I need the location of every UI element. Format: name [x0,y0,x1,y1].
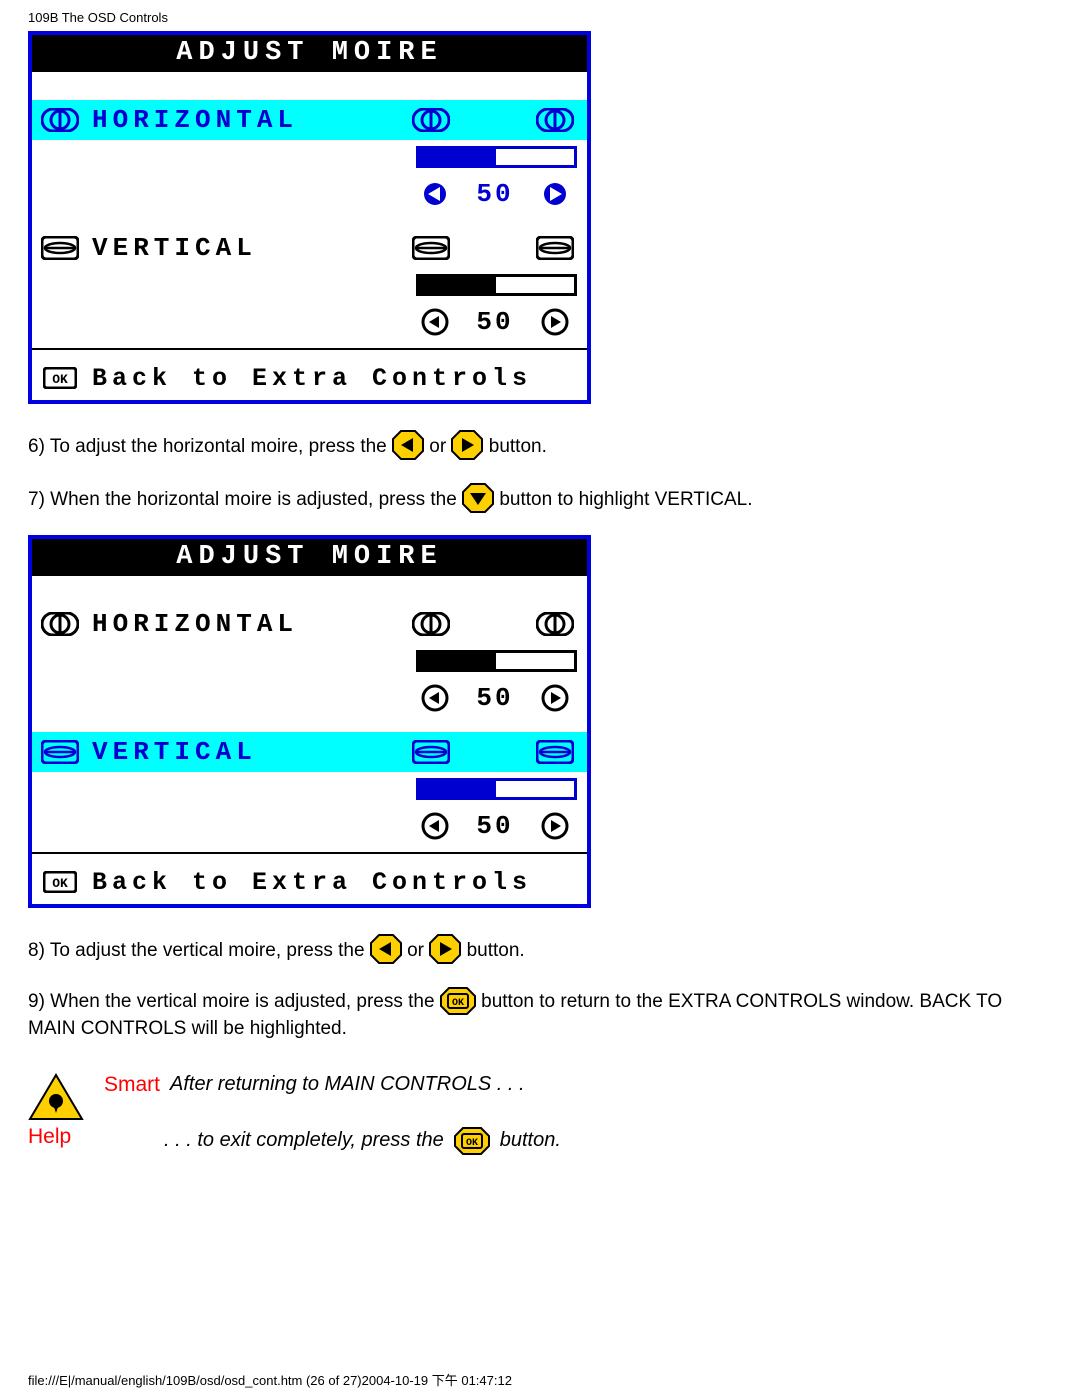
osd-row-horizontal: Horizontal [32,604,587,644]
text: button. [489,436,547,457]
text: 9) When the vertical moire is adjusted, … [28,991,440,1012]
osd-label-horizontal: Horizontal [92,105,409,135]
left-button-icon [392,430,424,460]
ok-button-icon: OK [440,987,476,1015]
right-button-icon [451,430,483,460]
arrow-left-icon [420,683,450,713]
right-button-icon [429,934,461,964]
moire-v-icon [38,236,82,260]
page-header: 109B The OSD Controls [28,10,1052,25]
instruction-9: 9) When the vertical moire is adjusted, … [28,987,1052,1043]
osd-ctrl-horizontal: 50 [32,174,587,214]
value-horizontal: 50 [450,179,540,209]
osd-bar-vertical [32,772,587,806]
value-vertical: 50 [450,307,540,337]
down-button-icon [462,483,494,513]
osd-row-vertical: Vertical [32,732,587,772]
moire-h-icon [533,108,577,132]
osd-title: Adjust Moire [32,35,587,72]
page-footer: file:///E|/manual/english/109B/osd/osd_c… [28,1370,512,1389]
arrow-left-icon [420,307,450,337]
moire-h-icon [533,612,577,636]
text: button to highlight VERTICAL. [499,489,752,510]
osd-back-row: OK Back to Extra Controls [32,860,587,904]
osd-label-vertical: Vertical [92,737,409,767]
ok-icon: OK [38,871,82,893]
arrow-right-icon [540,307,570,337]
text: 6) To adjust the horizontal moire, press… [28,436,392,457]
arrow-left-icon [420,179,450,209]
osd-label-horizontal: Horizontal [92,609,409,639]
osd-screen-1: Adjust Moire Horizontal 50 Ver [28,31,591,404]
osd-back-row: OK Back to Extra Controls [32,356,587,400]
smart-label: Smart [104,1073,160,1097]
osd-bar-horizontal [32,644,587,678]
instruction-8: 8) To adjust the vertical moire, press t… [28,934,1052,965]
smart-help-block: Smart After returning to MAIN CONTROLS .… [28,1073,1052,1155]
arrow-left-icon [420,811,450,841]
osd-back-label: Back to Extra Controls [92,868,532,897]
value-vertical: 50 [450,811,540,841]
osd-back-label: Back to Extra Controls [92,364,532,393]
moire-h-icon [38,108,82,132]
moire-v-icon [409,236,453,260]
moire-v-icon [533,236,577,260]
osd-bar-vertical [32,268,587,302]
svg-text:OK: OK [52,876,68,891]
text: 7) When the horizontal moire is adjusted… [28,489,462,510]
moire-h-icon [409,108,453,132]
osd-row-horizontal: Horizontal [32,100,587,140]
ok-icon: OK [38,367,82,389]
osd-screen-2: Adjust Moire Horizontal 50 Ver [28,535,591,908]
text: 8) To adjust the vertical moire, press t… [28,940,370,961]
arrow-right-icon [540,179,570,209]
text: or [429,436,446,457]
arrow-right-icon [540,683,570,713]
svg-text:OK: OK [52,372,68,387]
help-label: Help [28,1125,71,1148]
svg-text:OK: OK [452,998,464,1009]
osd-label-vertical: Vertical [92,233,409,263]
moire-v-icon [409,740,453,764]
osd-bar-horizontal [32,140,587,174]
moire-v-icon [38,740,82,764]
moire-h-icon [409,612,453,636]
osd-ctrl-horizontal: 50 [32,678,587,718]
osd-title: Adjust Moire [32,539,587,576]
text: button. [467,940,525,961]
instruction-7: 7) When the horizontal moire is adjusted… [28,483,1052,514]
arrow-right-icon [540,811,570,841]
osd-row-vertical: Vertical [32,228,587,268]
moire-h-icon [38,612,82,636]
moire-v-icon [533,740,577,764]
text: or [407,940,424,961]
warning-icon [28,1073,84,1121]
osd-ctrl-vertical: 50 [32,302,587,342]
value-horizontal: 50 [450,683,540,713]
smart-hint-1: After returning to MAIN CONTROLS . . . [170,1073,525,1096]
instruction-6: 6) To adjust the horizontal moire, press… [28,430,1052,461]
left-button-icon [370,934,402,964]
osd-ctrl-vertical: 50 [32,806,587,846]
